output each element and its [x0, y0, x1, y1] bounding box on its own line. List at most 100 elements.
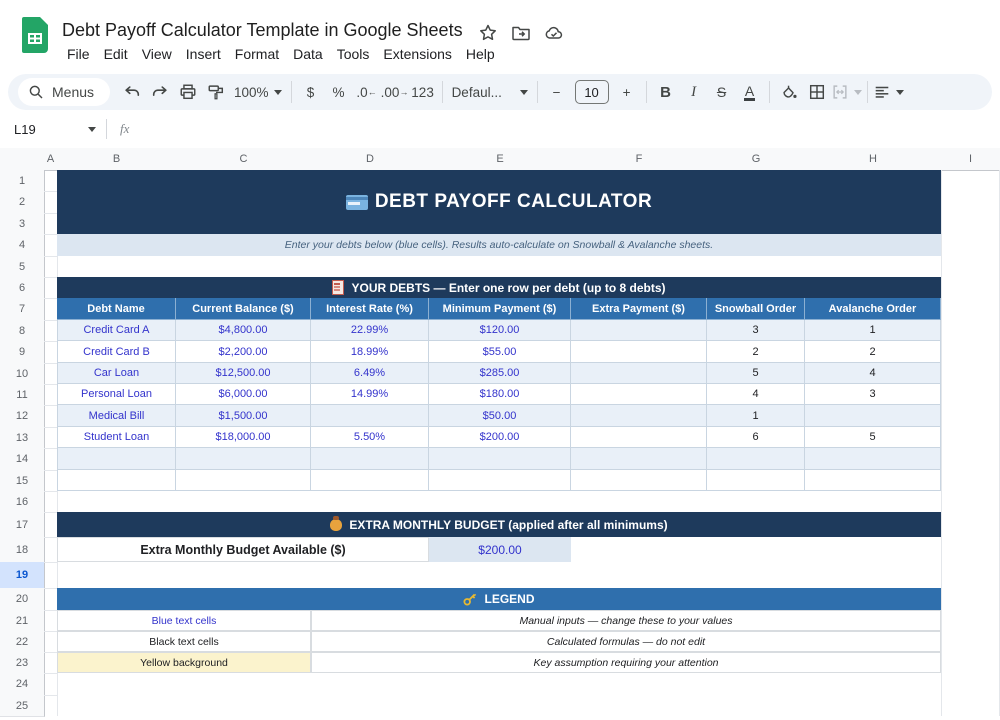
debt-cell-r7-c4[interactable] — [429, 448, 571, 470]
col-header-A[interactable]: A — [44, 148, 58, 171]
debt-cell-r1-c1[interactable]: Credit Card A — [57, 320, 176, 341]
debt-cell-r6-c2[interactable]: $18,000.00 — [176, 427, 311, 448]
debt-cell-r4-c6[interactable]: 4 — [707, 384, 805, 405]
row-header-12[interactable]: 12 — [0, 405, 45, 428]
star-icon[interactable] — [478, 23, 498, 43]
font-select[interactable]: Defaul... — [448, 78, 532, 106]
debt-cell-r1-c6[interactable]: 3 — [707, 320, 805, 341]
banner-cell[interactable]: DEBT PAYOFF CALCULATOR — [57, 170, 941, 234]
debt-cell-r6-c3[interactable]: 5.50% — [311, 427, 429, 448]
debt-cell-r4-c4[interactable]: $180.00 — [429, 384, 571, 405]
debts-col-header-5[interactable]: Extra Payment ($) — [571, 298, 707, 320]
debt-cell-r2-c6[interactable]: 2 — [707, 341, 805, 363]
col-header-H[interactable]: H — [805, 148, 942, 171]
debt-cell-r2-c2[interactable]: $2,200.00 — [176, 341, 311, 363]
menu-data[interactable]: Data — [286, 44, 330, 64]
row-header-7[interactable]: 7 — [0, 298, 45, 321]
legend-label-2[interactable]: Black text cells — [57, 631, 311, 652]
row-header-23[interactable]: 23 — [0, 652, 45, 674]
col-header-I[interactable]: I — [941, 148, 1000, 171]
debt-cell-r8-c4[interactable] — [429, 470, 571, 491]
row-header-20[interactable]: 20 — [0, 588, 45, 611]
row-header-19[interactable]: 19 — [0, 562, 45, 589]
row-header-5[interactable]: 5 — [0, 256, 45, 278]
menu-extensions[interactable]: Extensions — [376, 44, 458, 64]
debt-cell-r3-c5[interactable] — [571, 363, 707, 384]
debt-cell-r3-c1[interactable]: Car Loan — [57, 363, 176, 384]
menu-tools[interactable]: Tools — [330, 44, 377, 64]
debts-col-header-7[interactable]: Avalanche Order — [805, 298, 941, 320]
move-to-folder-icon[interactable] — [511, 23, 531, 43]
decrease-decimals-button[interactable]: .0← — [353, 78, 381, 106]
debt-cell-r1-c2[interactable]: $4,800.00 — [176, 320, 311, 341]
row-header-6[interactable]: 6 — [0, 277, 45, 299]
debt-cell-r5-c3[interactable] — [311, 405, 429, 427]
select-all-corner[interactable] — [0, 148, 45, 171]
row-header-3[interactable]: 3 — [0, 213, 45, 235]
name-box[interactable]: L19 — [0, 112, 104, 147]
menu-help[interactable]: Help — [459, 44, 502, 64]
debt-cell-r8-c1[interactable] — [57, 470, 176, 491]
col-header-B[interactable]: B — [57, 148, 177, 171]
debt-cell-r6-c1[interactable]: Student Loan — [57, 427, 176, 448]
debt-cell-r2-c1[interactable]: Credit Card B — [57, 341, 176, 363]
debt-cell-r4-c7[interactable]: 3 — [805, 384, 941, 405]
debt-cell-r5-c1[interactable]: Medical Bill — [57, 405, 176, 427]
legend-desc-2[interactable]: Calculated formulas — do not edit — [311, 631, 941, 652]
row-header-2[interactable]: 2 — [0, 191, 45, 214]
legend-desc-3[interactable]: Key assumption requiring your attention — [311, 652, 941, 673]
strikethrough-button[interactable]: S — [708, 78, 736, 106]
decrease-font-size-button[interactable]: − — [543, 78, 571, 106]
debt-cell-r1-c3[interactable]: 22.99% — [311, 320, 429, 341]
fx-icon[interactable]: fx — [120, 121, 129, 137]
debt-cell-r5-c7[interactable] — [805, 405, 941, 427]
increase-font-size-button[interactable]: + — [613, 78, 641, 106]
debts-col-header-2[interactable]: Current Balance ($) — [176, 298, 311, 320]
legend-section-header[interactable]: LEGEND — [57, 588, 941, 610]
debt-cell-r8-c2[interactable] — [176, 470, 311, 491]
text-color-button[interactable]: A — [736, 78, 764, 106]
debt-cell-r3-c2[interactable]: $12,500.00 — [176, 363, 311, 384]
legend-label-3[interactable]: Yellow background — [57, 652, 311, 673]
row-header-16[interactable]: 16 — [0, 491, 45, 513]
debt-cell-r6-c4[interactable]: $200.00 — [429, 427, 571, 448]
debt-cell-r4-c2[interactable]: $6,000.00 — [176, 384, 311, 405]
budget-value-cell[interactable]: $200.00 — [429, 537, 571, 562]
menu-view[interactable]: View — [135, 44, 179, 64]
redo-button[interactable] — [146, 78, 174, 106]
debt-cell-r3-c6[interactable]: 5 — [707, 363, 805, 384]
row-header-24[interactable]: 24 — [0, 673, 45, 696]
menu-file[interactable]: File — [60, 44, 97, 64]
menu-format[interactable]: Format — [228, 44, 286, 64]
debt-cell-r6-c5[interactable] — [571, 427, 707, 448]
row-header-15[interactable]: 15 — [0, 470, 45, 492]
row-header-4[interactable]: 4 — [0, 234, 45, 257]
bold-button[interactable]: B — [652, 78, 680, 106]
debt-cell-r5-c5[interactable] — [571, 405, 707, 427]
zoom-select[interactable]: 100% — [230, 78, 286, 106]
col-header-C[interactable]: C — [176, 148, 312, 171]
row-header-8[interactable]: 8 — [0, 320, 45, 342]
col-header-F[interactable]: F — [571, 148, 708, 171]
debt-cell-r4-c3[interactable]: 14.99% — [311, 384, 429, 405]
font-size-input[interactable]: 10 — [575, 80, 609, 104]
row-header-22[interactable]: 22 — [0, 631, 45, 653]
italic-button[interactable]: I — [680, 78, 708, 106]
menu-insert[interactable]: Insert — [179, 44, 228, 64]
row-header-1[interactable]: 1 — [0, 170, 45, 192]
cloud-saved-icon[interactable] — [544, 23, 564, 43]
debt-cell-r7-c1[interactable] — [57, 448, 176, 470]
debt-cell-r5-c2[interactable]: $1,500.00 — [176, 405, 311, 427]
row-header-17[interactable]: 17 — [0, 512, 45, 538]
debt-cell-r1-c7[interactable]: 1 — [805, 320, 941, 341]
debt-cell-r6-c7[interactable]: 5 — [805, 427, 941, 448]
debt-cell-r3-c3[interactable]: 6.49% — [311, 363, 429, 384]
debts-col-header-3[interactable]: Interest Rate (%) — [311, 298, 429, 320]
row-header-9[interactable]: 9 — [0, 341, 45, 364]
document-title[interactable]: Debt Payoff Calculator Template in Googl… — [62, 20, 463, 41]
increase-decimals-button[interactable]: .00→ — [381, 78, 409, 106]
debt-cell-r4-c1[interactable]: Personal Loan — [57, 384, 176, 405]
undo-button[interactable] — [118, 78, 146, 106]
search-menus-button[interactable]: Menus — [18, 78, 110, 106]
debt-cell-r6-c6[interactable]: 6 — [707, 427, 805, 448]
